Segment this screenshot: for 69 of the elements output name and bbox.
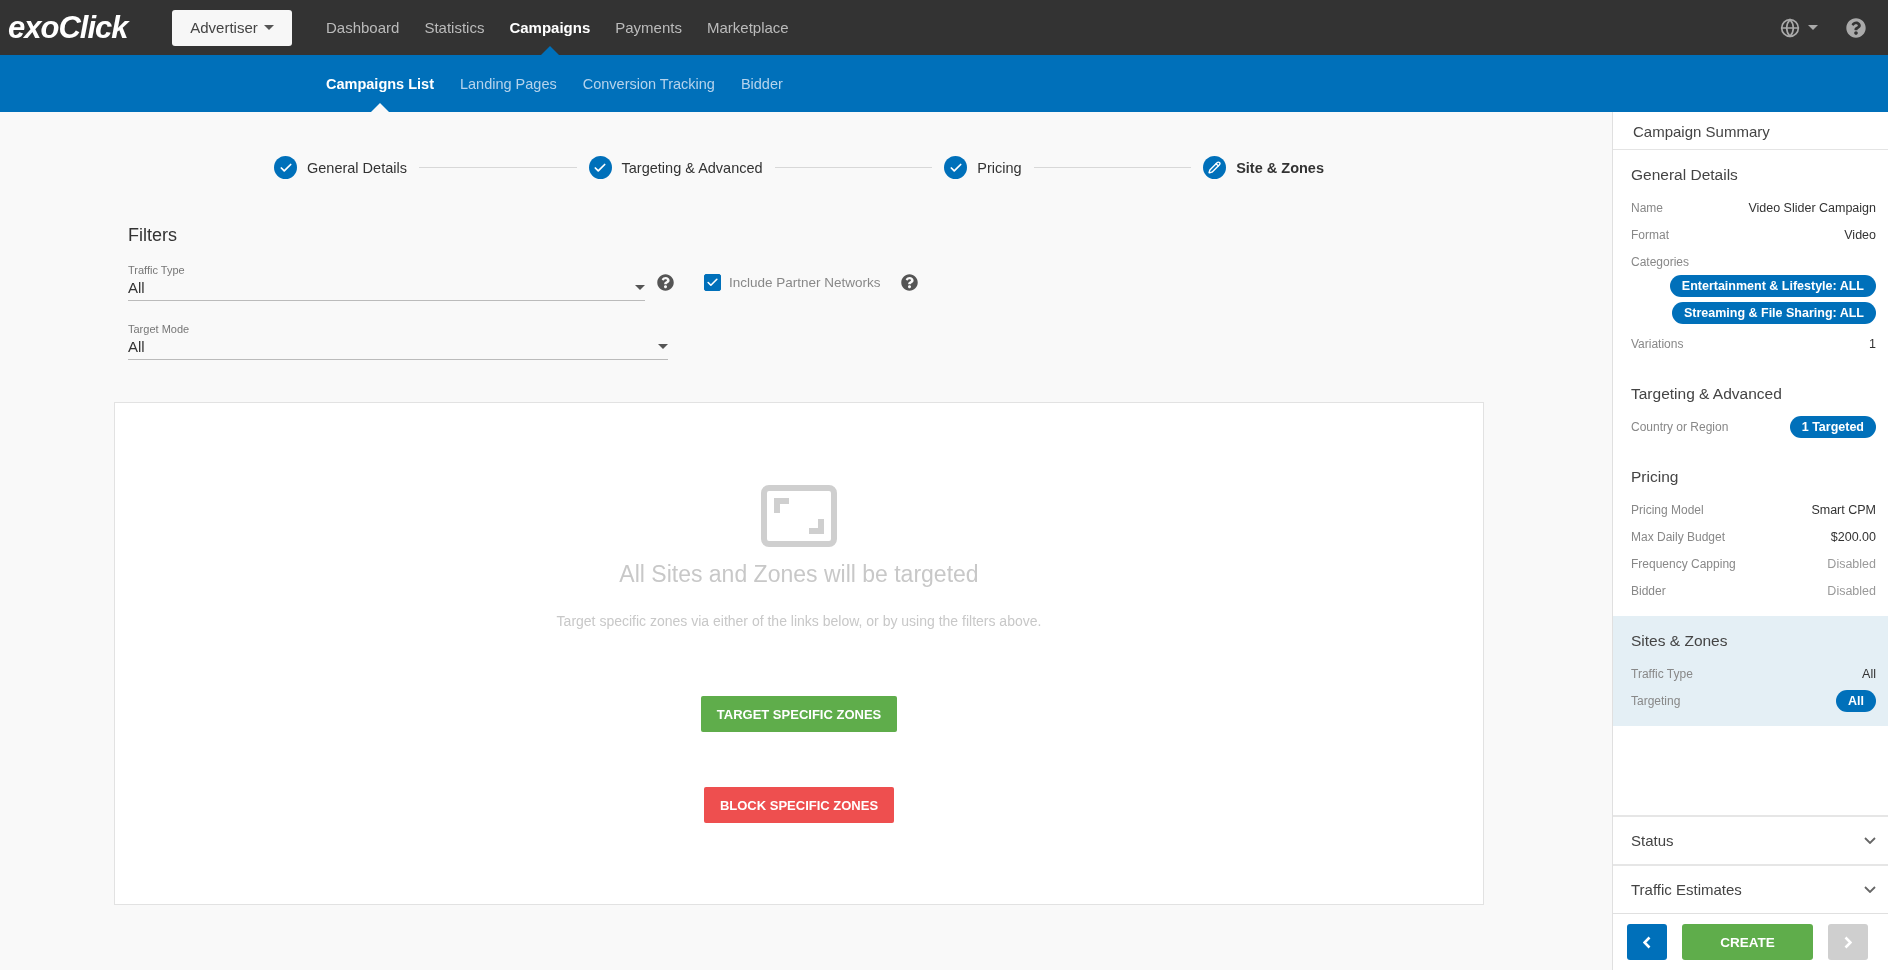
section-title: Sites & Zones bbox=[1631, 632, 1729, 650]
summary-label: Bidder bbox=[1631, 583, 1666, 598]
step-label[interactable]: Site & Zones bbox=[1236, 159, 1324, 176]
nav-link[interactable]: Dashboard bbox=[326, 0, 400, 55]
subnav-link[interactable]: Campaigns List bbox=[326, 55, 434, 112]
collapsible-title: Traffic Estimates bbox=[1631, 881, 1742, 898]
summary-label: Max Daily Budget bbox=[1631, 529, 1726, 544]
summary-label: Format bbox=[1631, 227, 1669, 242]
logo[interactable]: exoClick bbox=[8, 9, 172, 46]
subnav-link[interactable]: Conversion Tracking bbox=[582, 55, 715, 112]
chevron-right-icon bbox=[1844, 935, 1852, 949]
summary-value: $200.00 bbox=[1830, 529, 1876, 544]
collapsible-header[interactable]: Traffic Estimates bbox=[1613, 864, 1888, 913]
chevron-down-icon bbox=[1864, 837, 1876, 844]
language-menu[interactable] bbox=[1780, 17, 1818, 38]
back-button[interactable] bbox=[1627, 924, 1667, 960]
caret-icon bbox=[263, 25, 274, 30]
summary-value: All bbox=[1862, 666, 1876, 681]
section-title: General Details bbox=[1631, 166, 1739, 184]
summary-label: Name bbox=[1631, 200, 1663, 215]
nav-link[interactable]: Marketplace bbox=[706, 0, 789, 55]
summary-tag: 1 Targeted bbox=[1789, 415, 1876, 438]
collapsible-title: Status bbox=[1631, 832, 1674, 849]
summary-label: Targeting bbox=[1631, 693, 1681, 708]
checkbox-label[interactable]: Include Partner Networks bbox=[729, 275, 881, 290]
summary-label: Categories bbox=[1631, 254, 1690, 269]
target-mode-select[interactable]: Target Mode All bbox=[128, 323, 668, 360]
collapsible-header[interactable]: Status bbox=[1613, 815, 1888, 864]
checkbox[interactable] bbox=[704, 274, 721, 291]
section-title: Pricing bbox=[1631, 468, 1680, 486]
chevron-left-icon bbox=[1643, 935, 1651, 949]
filters-title: Filters bbox=[128, 225, 178, 246]
summary-label: Frequency Capping bbox=[1631, 556, 1736, 571]
globe-icon bbox=[1780, 17, 1800, 38]
help-icon[interactable] bbox=[1846, 17, 1866, 38]
nav-link[interactable]: Payments bbox=[615, 0, 682, 55]
account-type-dropdown[interactable]: Advertiser bbox=[172, 9, 292, 46]
check-icon bbox=[706, 276, 719, 289]
summary-value: Disabled bbox=[1827, 583, 1876, 598]
step-label[interactable]: General Details bbox=[307, 159, 407, 176]
pencil-icon bbox=[1208, 161, 1222, 174]
summary-value: Video bbox=[1844, 227, 1876, 242]
summary-label: Country or Region bbox=[1631, 419, 1729, 434]
nav-link[interactable]: Campaigns bbox=[509, 0, 591, 55]
caret-icon bbox=[1808, 25, 1818, 30]
block-zones-button[interactable]: BLOCK SPECIFIC ZONES bbox=[703, 787, 895, 823]
image-placeholder-icon bbox=[761, 485, 837, 547]
step-label[interactable]: Targeting & Advanced bbox=[621, 159, 763, 176]
summary-value: Smart CPM bbox=[1811, 502, 1876, 517]
summary-label: Traffic Type bbox=[1631, 666, 1693, 681]
caret-icon bbox=[658, 344, 668, 349]
summary-label: Pricing Model bbox=[1631, 502, 1704, 517]
step-label[interactable]: Pricing bbox=[977, 159, 1022, 176]
help-icon[interactable] bbox=[657, 274, 674, 291]
summary-value: 1 bbox=[1869, 336, 1876, 351]
section-title: Targeting & Advanced bbox=[1631, 385, 1783, 403]
caret-icon bbox=[635, 285, 645, 290]
summary-value: Video Slider Campaign bbox=[1748, 200, 1876, 215]
category-tag: Streaming & File Sharing: ALL bbox=[1671, 302, 1876, 324]
category-tag: Entertainment & Lifestyle: ALL bbox=[1669, 275, 1876, 297]
summary-value: Disabled bbox=[1827, 556, 1876, 571]
subnav-link[interactable]: Landing Pages bbox=[459, 55, 557, 112]
traffic-type-select[interactable]: Traffic Type All bbox=[128, 264, 645, 301]
summary-label: Variations bbox=[1631, 336, 1684, 351]
help-icon[interactable] bbox=[900, 274, 918, 291]
nav-link[interactable]: Statistics bbox=[424, 0, 485, 55]
chevron-down-icon bbox=[1864, 886, 1876, 893]
summary-tag: All bbox=[1836, 689, 1876, 712]
subnav-link[interactable]: Bidder bbox=[740, 55, 783, 112]
